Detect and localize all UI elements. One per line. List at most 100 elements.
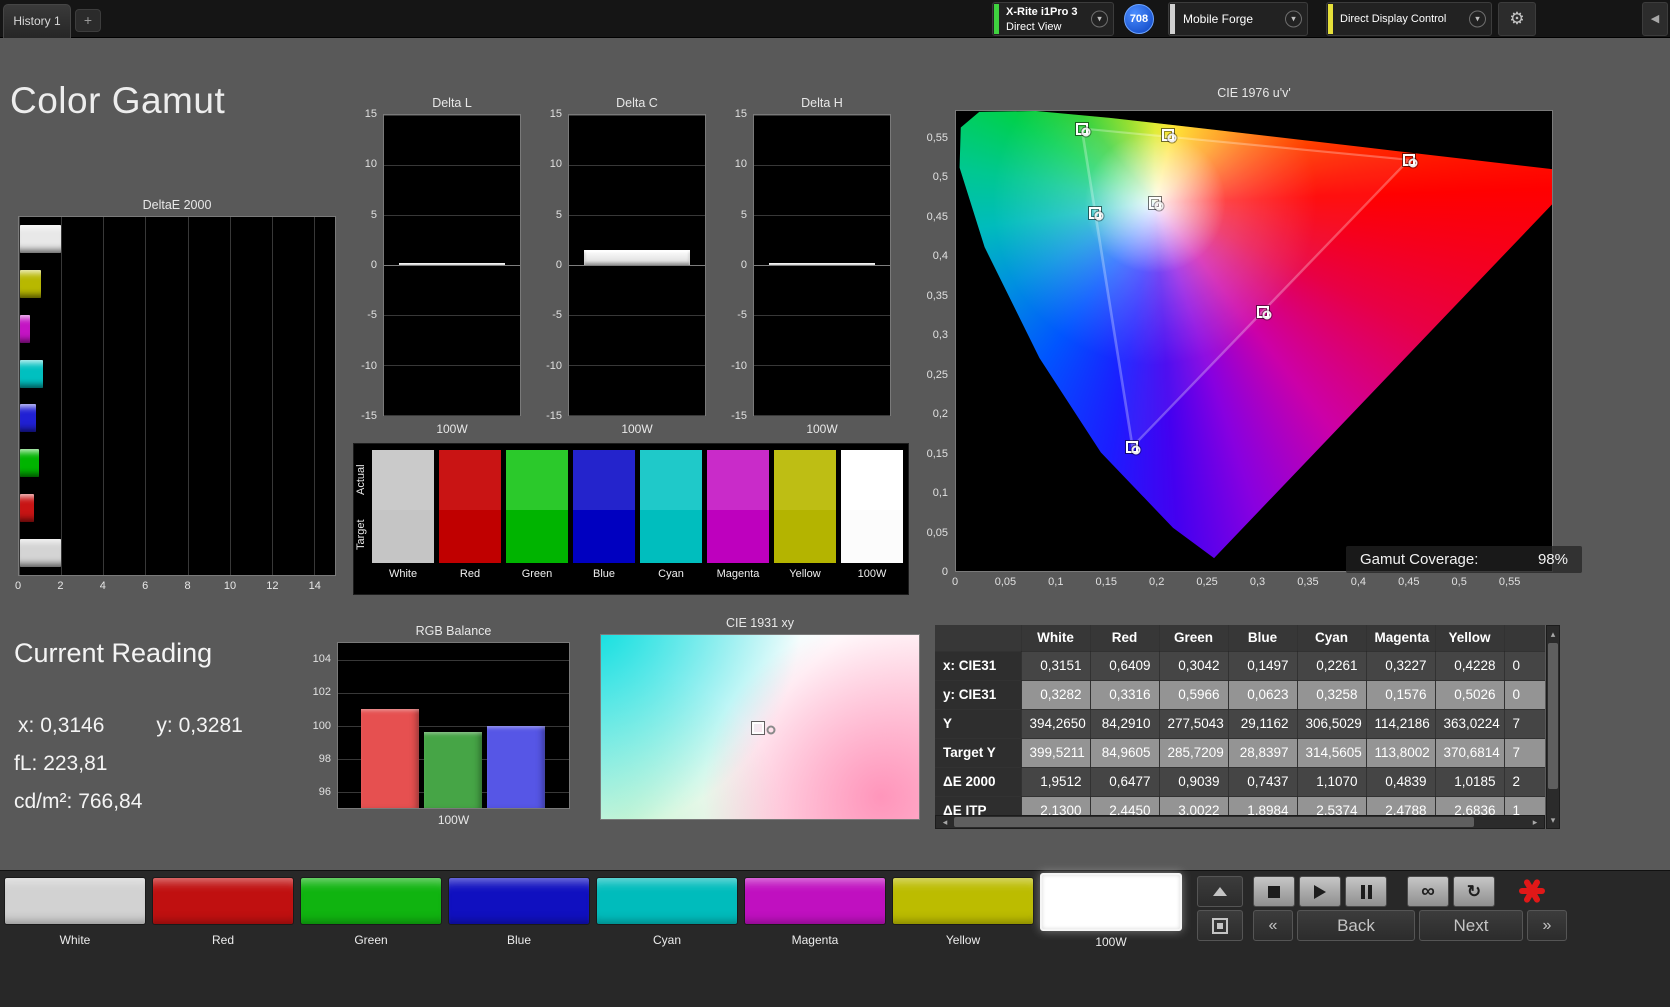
swatch-target — [573, 509, 635, 563]
swatch-actual — [372, 450, 434, 510]
gridline — [569, 415, 705, 416]
pattern-up-button[interactable] — [1197, 876, 1243, 907]
pattern-button-green[interactable] — [300, 877, 442, 925]
swatch-actual — [439, 450, 501, 510]
gridline — [754, 415, 890, 416]
table-vertical-scrollbar[interactable]: ▴ ▾ — [1546, 625, 1560, 829]
y-axis-labels: 15 10 5 0 -5 -10 -15 — [725, 108, 749, 422]
stop-button[interactable] — [1253, 876, 1295, 907]
table-cell: 114,2186 — [1366, 709, 1436, 739]
rgb-balance-plot — [337, 642, 570, 809]
delta-e-2000-chart: DeltaE 2000 0 2 4 6 8 10 12 14 — [14, 198, 336, 598]
table-cell: 0,3227 — [1366, 651, 1436, 681]
gamut-coverage-label: Gamut Coverage: — [1360, 551, 1479, 568]
axis-tick-label: 15 — [549, 108, 562, 120]
axis-tick-label: 96 — [318, 786, 331, 799]
pause-button[interactable] — [1345, 876, 1387, 907]
table-cell: 306,5029 — [1297, 709, 1367, 739]
tab-history-1[interactable]: History 1 — [3, 4, 71, 38]
back-chevron-button[interactable]: « — [1253, 910, 1293, 941]
bottom-bar: White Red Green Blue Cyan Magenta Yellow 100W ∞… — [0, 870, 1670, 1007]
axis-tick-label: 10 — [223, 580, 237, 592]
x-axis-labels: 0 0,05 0,1 0,15 0,2 0,25 0,3 0,35 0,4 0,45 0,5 0,55 — [952, 576, 1553, 590]
scroll-up-icon[interactable]: ▴ — [1547, 627, 1559, 641]
reading-luminance: cd/m²: 766,84 — [14, 790, 142, 814]
pattern-window-button[interactable] — [1197, 910, 1243, 941]
y-axis-labels: 0,55 0,5 0,45 0,4 0,35 0,3 0,25 0,2 0,15 0,1 0,05 0 — [925, 110, 951, 578]
next-chevron-button[interactable]: » — [1527, 910, 1567, 941]
axis-tick-label: 0 — [14, 580, 22, 592]
pattern-button-white[interactable] — [4, 877, 146, 925]
add-tab-button[interactable]: + — [75, 9, 101, 32]
axis-tick-label: 5 — [740, 208, 747, 221]
page-title: Color Gamut — [10, 80, 226, 121]
pattern-button-100w[interactable] — [1040, 873, 1182, 931]
play-icon — [1314, 884, 1326, 899]
delta-e-x-axis: 0 2 4 6 8 10 12 14 — [14, 580, 336, 594]
pattern-button-blue[interactable] — [448, 877, 590, 925]
y-axis-labels: 104 102 100 98 96 — [302, 642, 333, 809]
table-horizontal-scrollbar[interactable]: ◂ ▸ — [935, 815, 1545, 829]
table-cell: 0 — [1504, 680, 1545, 710]
table-header — [935, 625, 1022, 652]
scroll-down-icon[interactable]: ▾ — [1547, 813, 1559, 827]
table-cell: 0,5966 — [1159, 680, 1229, 710]
scrollbar-thumb[interactable] — [954, 817, 1474, 827]
cie1976-plot: Gamut Coverage: 98% — [955, 110, 1582, 573]
gridline — [754, 265, 890, 266]
table-cell: 0,3316 — [1090, 680, 1160, 710]
scroll-right-icon[interactable]: ▸ — [1527, 816, 1543, 828]
axis-tick-label: 12 — [266, 580, 279, 592]
next-button[interactable]: Next — [1419, 910, 1523, 941]
pattern-button-magenta[interactable] — [744, 877, 886, 925]
reading-label: y: — [156, 714, 173, 737]
swatch-actual — [506, 450, 568, 510]
chart-title: Delta L — [432, 96, 472, 110]
display-control-dropdown[interactable]: Direct Display Control ▾ — [1326, 2, 1492, 36]
swatch-target — [372, 509, 434, 563]
reading-value: 0,3146 — [40, 714, 105, 737]
measurement-table: White Red Green Blue Cyan Magenta Yellow x: CIE… — [935, 625, 1545, 815]
axis-tick-label: 0 — [370, 259, 377, 271]
scroll-left-icon[interactable]: ◂ — [937, 816, 953, 828]
table-cell: 113,8002 — [1366, 738, 1436, 768]
swatch-red — [439, 450, 501, 563]
table-header: Magenta — [1366, 625, 1436, 652]
collapse-panel-icon[interactable]: ◀ — [1642, 2, 1668, 36]
settings-gear-icon[interactable]: ⚙ — [1498, 2, 1536, 36]
pattern-button-red[interactable] — [152, 877, 294, 925]
pattern-button-yellow[interactable] — [892, 877, 1034, 925]
current-reading-title: Current Reading — [14, 638, 213, 668]
gridline — [145, 217, 147, 575]
axis-tick-label: 5 — [370, 208, 377, 221]
gridline — [187, 217, 189, 575]
back-button[interactable]: Back — [1297, 910, 1415, 941]
meter-dropdown[interactable]: X-Rite i1Pro 3 Direct View ▾ — [992, 2, 1114, 36]
swatch-label: Cyan — [658, 568, 684, 580]
axis-tick-label: 0 — [740, 259, 747, 271]
display-control-label: Direct Display Control — [1340, 13, 1447, 25]
cie1931-plot — [600, 634, 920, 820]
table-cell: 28,8397 — [1228, 738, 1298, 768]
reading-y: y: 0,3281 — [156, 714, 242, 738]
gridline — [754, 215, 890, 216]
table-cell: 277,5043 — [1159, 709, 1229, 739]
delta-e-bar-green — [20, 449, 39, 478]
scrollbar-thumb[interactable] — [1548, 643, 1558, 789]
source-status-accent — [1170, 4, 1175, 34]
table-cell: 370,6814 — [1435, 738, 1505, 768]
play-button[interactable] — [1299, 876, 1341, 907]
delta-h-plot — [753, 114, 891, 416]
pattern-source-dropdown[interactable]: Mobile Forge ▾ — [1168, 2, 1308, 36]
continuous-measure-button[interactable]: ∞ — [1407, 876, 1449, 907]
axis-tick-label: 0 — [555, 259, 562, 271]
axis-tick-label: 0,5 — [932, 171, 948, 184]
refresh-button[interactable]: ↻ — [1453, 876, 1495, 907]
axis-tick-label: 0,55 — [1498, 576, 1521, 588]
delta-bar — [768, 263, 876, 265]
measured-marker-green — [1081, 127, 1091, 137]
pattern-button-cyan[interactable] — [596, 877, 738, 925]
delta-l-plot — [383, 114, 521, 416]
table-row: Target Y 399,5211 84,9605 285,7209 28,8397 31… — [935, 738, 1545, 768]
delta-e-bar-blue — [20, 404, 36, 433]
